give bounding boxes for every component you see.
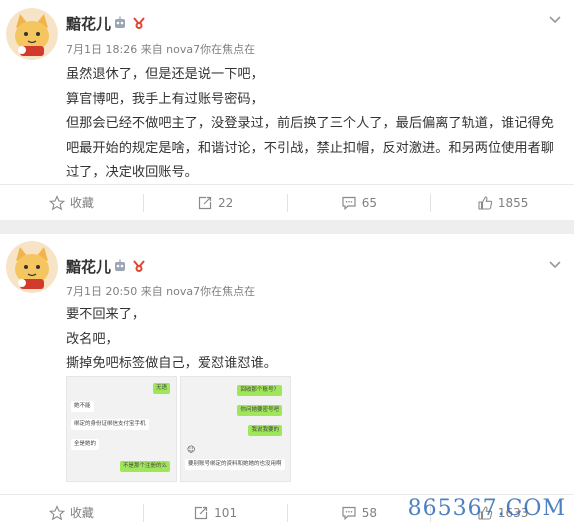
favorite-button[interactable]: 收藏 [0, 495, 143, 527]
post-text-line: 虽然退休了，但是还是说一下吧， [66, 67, 264, 82]
repost-button[interactable]: 101 [144, 495, 287, 527]
smile-emoji-icon: ☺ [187, 445, 196, 454]
comment-count: 65 [361, 195, 378, 210]
post-text-line: 算官博吧，我手上有过账号密码， [66, 91, 264, 107]
medal-badge-icon[interactable] [132, 259, 146, 273]
repost-count: 101 [214, 505, 238, 520]
chat-bubble: 绑定的身份证绑信支付宝手机 [71, 419, 149, 430]
repost-count: 22 [217, 195, 234, 210]
robot-badge-icon[interactable] [113, 16, 127, 30]
like-button[interactable]: 1855 [431, 185, 574, 220]
post-text: 虽然退休了，但是还是说一下吧， 算官博吧，我手上有过账号密码， 但那会已经不做吧… [66, 63, 564, 186]
repost-icon [198, 196, 212, 209]
comment-icon [342, 506, 356, 520]
chat-screenshot-thumbnail[interactable]: 无语 她不能 绑定的身份证绑信支付宝手机 全是她的 不是那个注册的么 [66, 376, 177, 482]
weibo-post-card: 黯花儿 7月1日 20:50 来自 nova7你在焦点在 要不回来了， 改名吧，… [0, 234, 574, 527]
chat-bubble: 全是她的 [71, 439, 100, 450]
thumbs-up-icon [478, 195, 493, 210]
favorite-label: 收藏 [69, 506, 94, 520]
chat-bubble: 她不能 [71, 401, 94, 412]
user-name[interactable]: 黯花儿 [66, 256, 111, 277]
user-badges [113, 16, 146, 30]
favorite-label: 收藏 [69, 196, 94, 210]
chat-bubble: 我说我要的 [248, 425, 282, 436]
chat-bubble: 你问她要密号吧 [237, 405, 282, 416]
chevron-down-icon[interactable] [548, 12, 562, 26]
user-badges [113, 259, 146, 273]
comment-button[interactable]: 65 [288, 185, 431, 220]
user-avatar[interactable] [6, 8, 58, 60]
site-watermark: 865367.COM [407, 496, 566, 521]
robot-badge-icon[interactable] [113, 259, 127, 273]
chat-screenshot-thumbnail[interactable]: 回收那个账号？ 你问她要密号吧 我说我要的 ☺ 要别账号绑定的资料和她她的也没用… [180, 376, 291, 482]
repost-button[interactable]: 22 [144, 185, 287, 220]
post-text-line: 但那会已经不做吧主了，没登录过，前后换了三个人了，最后偏离了轨道，谁记得免吧最开… [66, 116, 554, 180]
post-text: 要不回来了， 改名吧， 撕掉免吧标签做自己，爱怼谁怼谁。 [66, 303, 564, 377]
chat-bubble: 无语 [152, 383, 170, 394]
post-text-line: 改名吧， [66, 331, 119, 347]
post-meta: 7月1日 18:26 来自 nova7你在焦点在 [66, 43, 256, 56]
post-text-line: 撕掉免吧标签做自己，爱怼谁怼谁。 [66, 356, 277, 371]
comment-count: 58 [361, 505, 378, 520]
chat-bubble: 要别账号绑定的资料和她她的也没用啊 [185, 459, 285, 470]
user-name[interactable]: 黯花儿 [66, 13, 111, 34]
post-images: 无语 她不能 绑定的身份证绑信支付宝手机 全是她的 不是那个注册的么 回收那个账… [66, 376, 291, 482]
chevron-down-icon[interactable] [548, 257, 562, 271]
user-avatar[interactable] [6, 241, 58, 293]
chat-bubble: 不是那个注册的么 [119, 461, 170, 472]
star-icon [48, 504, 65, 520]
post-meta: 7月1日 20:50 来自 nova7你在焦点在 [66, 285, 256, 298]
chat-bubble: 回收那个账号？ [237, 385, 282, 396]
post-text-line: 要不回来了， [66, 307, 146, 322]
medal-badge-icon[interactable] [132, 16, 146, 30]
action-bar: 收藏 22 65 1855 [0, 184, 574, 220]
star-icon [48, 194, 65, 210]
repost-icon [195, 506, 208, 519]
like-count: 1855 [497, 195, 529, 210]
favorite-button[interactable]: 收藏 [0, 185, 143, 220]
comment-icon [342, 196, 356, 210]
weibo-post-card: 黯花儿 7月1日 18:26 来自 nova7你在焦点在 虽然退休了，但是还是说… [0, 0, 574, 220]
